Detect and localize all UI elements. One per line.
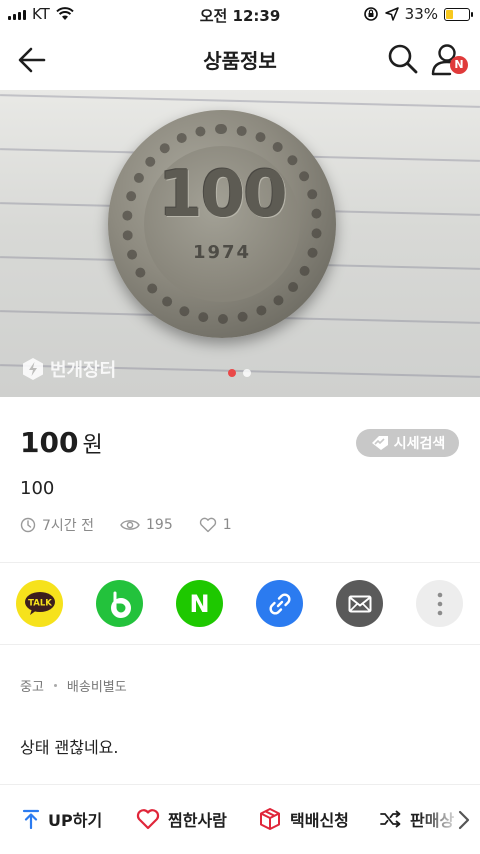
liked-users-button[interactable]: 찜한사람 <box>136 807 227 831</box>
kakao-label: TALK <box>28 598 52 608</box>
band-share-button[interactable] <box>96 580 143 627</box>
status-bar: KT 오전 12:39 33% <box>0 0 480 30</box>
battery-percent: 33% <box>404 5 438 23</box>
condition-tag: 중고 <box>20 680 44 695</box>
up-label: UP하기 <box>48 811 103 830</box>
watermark-text: 번개장터 <box>50 360 117 381</box>
chevron-right-icon[interactable] <box>456 808 472 832</box>
battery-icon <box>444 7 473 21</box>
eye-icon <box>120 520 140 530</box>
top-nav: 상품정보 <box>0 30 480 88</box>
band-icon <box>110 591 131 618</box>
divider <box>0 562 480 563</box>
copy-link-button[interactable] <box>256 580 303 627</box>
heart-outline-icon <box>199 517 216 533</box>
more-options-button[interactable] <box>416 580 463 627</box>
heart-icon <box>136 809 160 830</box>
product-tags: 중고 배송비별도 <box>20 676 127 695</box>
kakao-talk-icon: TALK <box>24 591 55 615</box>
location-icon <box>384 7 399 21</box>
bunjang-logo-icon <box>23 358 43 380</box>
market-button-label: 시세검색 <box>393 436 446 452</box>
rotation-lock-icon <box>363 7 378 21</box>
clock-icon <box>20 517 36 533</box>
product-meta: 7시간 전 195 1 <box>20 515 258 535</box>
search-icon[interactable] <box>386 42 420 76</box>
photo-pager <box>228 369 251 377</box>
coin-image: 100 1974 <box>108 110 336 338</box>
pager-dot[interactable] <box>228 369 236 377</box>
bottom-toolbar: UP하기 찜한사람 택배신청 판매상 <box>0 784 480 854</box>
share-row: TALK N <box>16 580 463 627</box>
up-arrow-icon <box>22 809 40 829</box>
view-count: 195 <box>146 517 173 533</box>
delivery-request-button[interactable]: 택배신청 <box>258 807 349 831</box>
product-title: 100 <box>20 478 55 499</box>
price-unit: 원 <box>82 433 103 458</box>
pager-dot[interactable] <box>243 369 251 377</box>
market-price-search-button[interactable]: 시세검색 <box>356 429 459 457</box>
naver-share-button[interactable]: N <box>176 580 223 627</box>
more-vertical-icon <box>437 592 442 615</box>
email-share-button[interactable] <box>336 580 383 627</box>
shipping-tag: 배송비별도 <box>66 680 127 695</box>
product-description: 상태 괜찮네요. <box>20 738 119 757</box>
notification-badge: N <box>450 56 468 74</box>
mail-icon <box>348 595 371 612</box>
price-tag-icon <box>371 436 388 450</box>
link-icon <box>268 592 291 615</box>
box-icon <box>260 808 280 830</box>
product-photo[interactable]: 100 1974 번개장터 <box>0 90 480 397</box>
up-button[interactable]: UP하기 <box>22 807 102 831</box>
coin-value: 100 <box>158 158 288 232</box>
shuffle-icon <box>380 810 401 828</box>
like-count: 1 <box>222 517 232 533</box>
price-value: 100 <box>20 426 79 459</box>
liked-users-label: 찜한사람 <box>168 811 227 830</box>
delivery-label: 택배신청 <box>290 811 349 830</box>
coin-year: 1974 <box>192 242 252 263</box>
divider <box>0 644 480 645</box>
kakao-talk-share-button[interactable]: TALK <box>16 580 63 627</box>
watermark: 번개장터 <box>22 356 116 382</box>
price: 100 원 <box>20 426 103 459</box>
naver-icon: N <box>189 589 210 618</box>
posted-time: 7시간 전 <box>42 518 94 534</box>
